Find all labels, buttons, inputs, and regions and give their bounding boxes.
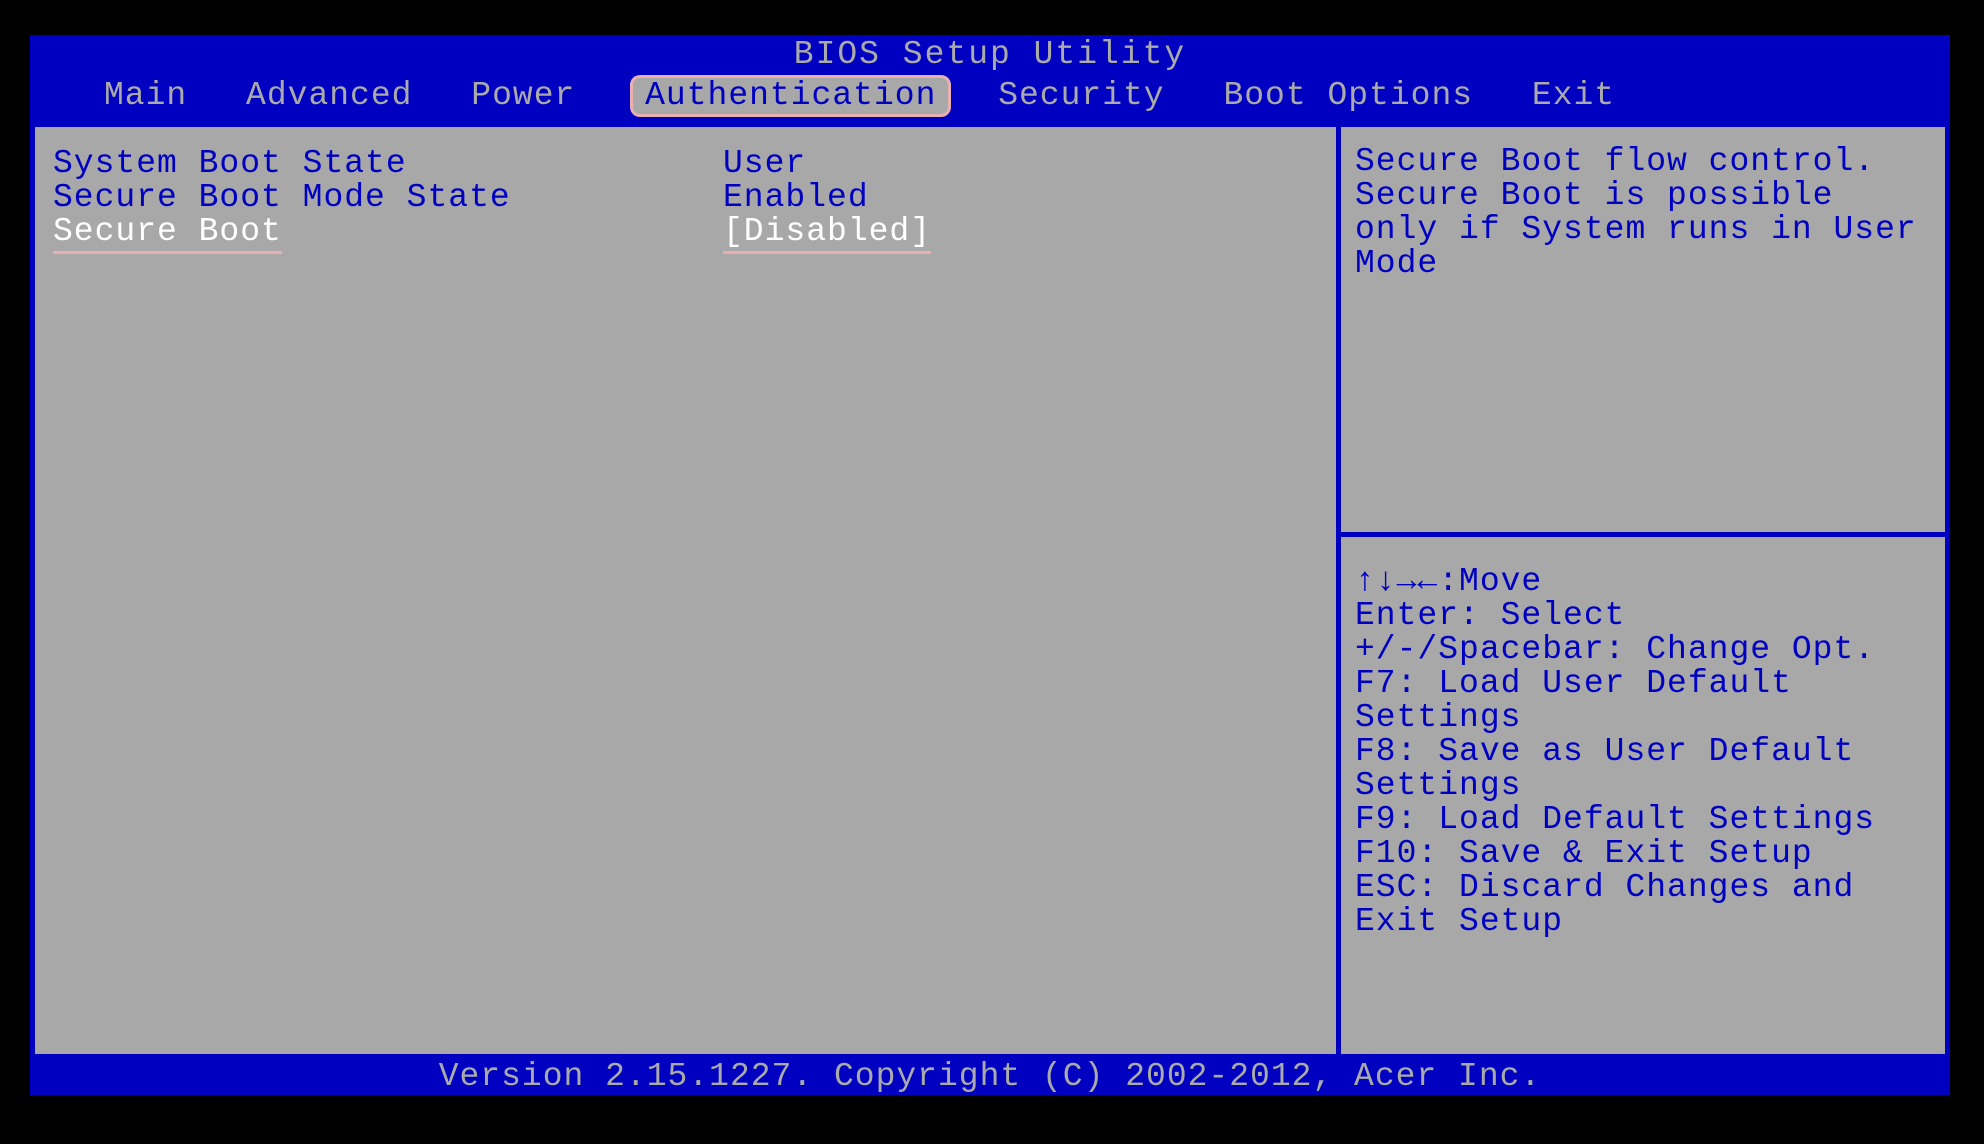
hint-change: +/-/Spacebar: Change Opt. xyxy=(1355,633,1931,667)
key-hints: ↑↓→←:Move Enter: Select +/-/Spacebar: Ch… xyxy=(1341,537,1945,1054)
row-system-boot-state: System Boot State User xyxy=(53,147,1318,181)
label-secure-boot: Secure Boot xyxy=(53,215,723,249)
hint-f9: F9: Load Default Settings xyxy=(1355,803,1931,837)
tab-exit[interactable]: Exit xyxy=(1528,75,1619,117)
menu-bar[interactable]: Main Advanced Power Authentication Secur… xyxy=(30,75,1950,117)
arrows-icon: ↑↓→← xyxy=(1355,563,1438,600)
bios-window: BIOS Setup Utility Main Advanced Power A… xyxy=(30,35,1950,1095)
hint-f10: F10: Save & Exit Setup xyxy=(1355,837,1931,871)
main-area: System Boot State User Secure Boot Mode … xyxy=(30,117,1950,1059)
help-pane: Secure Boot flow control. Secure Boot is… xyxy=(1336,122,1950,1059)
value-system-boot-state: User xyxy=(723,147,1318,181)
hint-esc: ESC: Discard Changes and Exit Setup xyxy=(1355,871,1931,939)
hint-f8: F8: Save as User Default Settings xyxy=(1355,735,1931,803)
hint-move: ↑↓→←:Move xyxy=(1355,565,1931,599)
value-secure-boot-mode-state: Enabled xyxy=(723,181,1318,215)
tab-advanced[interactable]: Advanced xyxy=(242,75,416,117)
row-secure-boot[interactable]: Secure Boot [Disabled] xyxy=(53,215,1318,249)
tab-security[interactable]: Security xyxy=(994,75,1168,117)
label-system-boot-state: System Boot State xyxy=(53,147,723,181)
settings-pane: System Boot State User Secure Boot Mode … xyxy=(30,122,1336,1059)
value-secure-boot[interactable]: [Disabled] xyxy=(723,215,1318,249)
help-text: Secure Boot flow control. Secure Boot is… xyxy=(1341,127,1945,537)
row-secure-boot-mode-state: Secure Boot Mode State Enabled xyxy=(53,181,1318,215)
tab-boot-options[interactable]: Boot Options xyxy=(1219,75,1477,117)
hint-move-label: :Move xyxy=(1438,563,1542,600)
hint-enter: Enter: Select xyxy=(1355,599,1931,633)
footer-version: Version 2.15.1227. Copyright (C) 2002-20… xyxy=(30,1059,1950,1095)
tab-authentication[interactable]: Authentication xyxy=(630,75,951,117)
tab-power[interactable]: Power xyxy=(467,75,579,117)
tab-main[interactable]: Main xyxy=(100,75,191,117)
hint-f7: F7: Load User Default Settings xyxy=(1355,667,1931,735)
label-secure-boot-mode-state: Secure Boot Mode State xyxy=(53,181,723,215)
page-title: BIOS Setup Utility xyxy=(30,35,1950,75)
